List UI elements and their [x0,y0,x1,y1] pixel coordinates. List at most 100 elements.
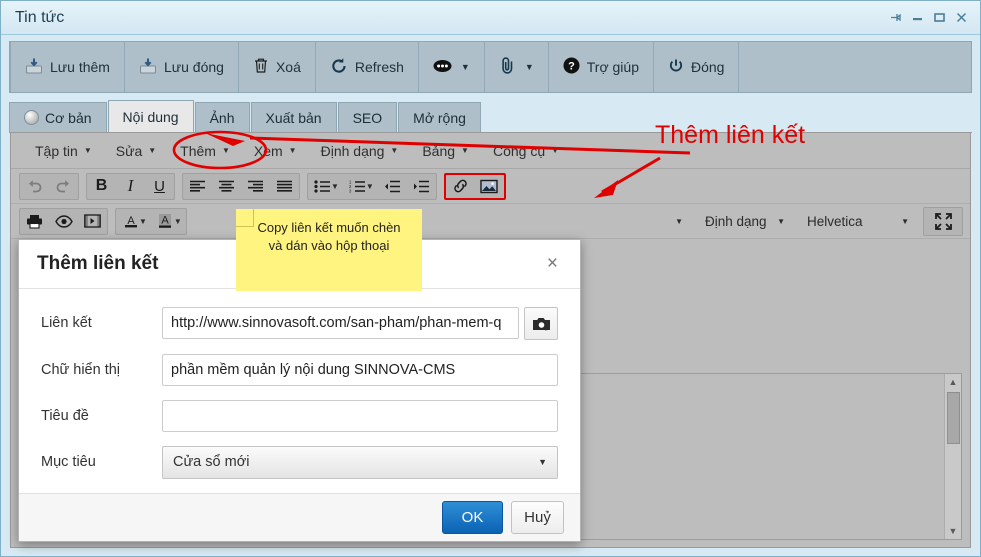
align-justify-icon[interactable] [270,174,299,199]
menu-label: Thêm [180,142,216,159]
menu-them[interactable]: Thêm ▼ [168,143,242,159]
menu-sua[interactable]: Sửa ▼ [104,143,168,159]
save-close-button[interactable]: Lưu đóng [125,42,239,92]
tab-xuat-ban[interactable]: Xuất bản [250,102,337,132]
field-label: Liên kết [41,315,92,332]
format-select[interactable]: Định dạng ▼ [697,208,793,234]
preview-eye-icon[interactable] [49,209,78,234]
close-app-label: Đóng [690,59,725,75]
insert-group [443,172,506,200]
menu-cong-cu[interactable]: Công cụ ▼ [481,143,571,159]
close-app-button[interactable]: Đóng [654,42,740,92]
refresh-label: Refresh [354,59,404,75]
menu-dinh-dang[interactable]: Định dạng ▼ [309,143,411,159]
window-titlebar: Tin tức [1,1,980,35]
save-close-label: Lưu đóng [163,59,224,75]
menu-tap-tin[interactable]: Tập tin ▼ [23,143,104,159]
link-target-select[interactable]: Cửa sổ mới ▼ [162,445,558,479]
delete-label: Xoá [275,59,301,75]
link-title-input[interactable] [162,399,558,432]
refresh-icon [330,57,348,78]
fullscreen-icon[interactable] [924,209,962,234]
underline-icon[interactable]: U [145,174,174,199]
indent-icon[interactable] [407,174,436,199]
tab-mo-rong[interactable]: Mở rộng [398,102,481,132]
paperclip-icon [499,56,516,78]
chevron-down-icon[interactable]: ▼ [675,217,683,226]
align-left-icon[interactable] [183,174,212,199]
scrollbar-thumb[interactable] [947,392,960,444]
toolbar-filler [739,42,971,92]
help-label: Trợ giúp [586,59,639,75]
link-url-input[interactable] [162,307,519,340]
field-label: Chữ hiển thị [41,361,121,378]
undo-icon[interactable] [20,174,49,199]
link-text-input[interactable] [162,353,558,386]
sticky-note: Copy liên kết muốn chèn và dán vào hộp t… [236,209,422,291]
pin-icon[interactable] [884,7,906,29]
chevron-down-icon[interactable]: ▼ [174,217,182,226]
italic-icon[interactable]: I [116,174,145,199]
menu-label: Bảng [422,142,456,159]
menu-xem[interactable]: Xem ▼ [242,143,309,159]
help-button[interactable]: ? Trợ giúp [549,42,654,92]
chevron-down-icon[interactable]: ▼ [366,182,374,191]
menu-label: Sửa [115,142,143,159]
chevron-down-icon[interactable]: ▼ [331,182,339,191]
menu-label: Tập tin [35,142,78,159]
align-center-icon[interactable] [212,174,241,199]
font-select[interactable]: Helvetica ▼ [799,208,917,234]
tab-strip: Cơ bản Nội dung Ảnh Xuất bản SEO Mở rộng [9,99,972,133]
outdent-icon[interactable] [378,174,407,199]
redo-icon[interactable] [49,174,78,199]
cancel-button[interactable]: Huỷ [511,500,564,534]
editor-toolbar-row-2: A ▼ A ▼ ▼ Định dạng ▼ Helvetica ▼ [11,204,970,239]
print-icon[interactable] [20,209,49,234]
chevron-down-icon[interactable]: ▼ [525,62,534,72]
menu-bang[interactable]: Bảng ▼ [410,143,481,159]
align-right-icon[interactable] [241,174,270,199]
scroll-down-icon[interactable]: ▼ [949,523,958,539]
dialog-footer: OK Huỷ [19,492,580,541]
insert-media-icon[interactable] [78,209,107,234]
tab-label: Mở rộng [413,109,466,126]
insert-link-icon[interactable] [446,174,475,199]
refresh-button[interactable]: Refresh [316,42,419,92]
menu-label: Công cụ [492,142,546,159]
chevron-down-icon: ▼ [538,457,547,468]
ok-button[interactable]: OK [442,500,503,534]
browse-search-icon[interactable] [524,306,558,340]
chevron-down-icon[interactable]: ▼ [461,62,470,72]
vertical-scrollbar[interactable]: ▲ ▼ [944,374,961,539]
text-style-group: B I U [86,172,175,200]
chevron-down-icon: ▼ [390,146,399,155]
field-row-target: Mục tiêu Cửa sổ mới ▼ [41,445,558,479]
maximize-icon[interactable] [928,7,950,29]
tab-seo[interactable]: SEO [337,102,398,132]
svg-text:3: 3 [349,188,352,192]
close-icon[interactable]: × [543,253,562,275]
attachment-button[interactable]: ▼ [485,42,549,92]
editor-toolbar-row-1: B I U ▼ 1 2 3 ▼ [11,169,970,204]
save-add-button[interactable]: Lưu thêm [10,42,125,92]
output-group [19,207,108,235]
bold-icon[interactable]: B [87,174,116,199]
scroll-up-icon[interactable]: ▲ [949,374,958,390]
format-select-label: Định dạng [705,213,767,229]
tab-noi-dung[interactable]: Nội dung [107,100,194,132]
more-options-button[interactable]: ▼ [419,42,485,92]
close-icon[interactable] [950,7,972,29]
chevron-down-icon: ▼ [901,216,909,226]
field-row-link: Liên kết [41,306,558,340]
chevron-down-icon: ▼ [83,146,92,155]
delete-button[interactable]: Xoá [239,42,316,92]
tab-anh[interactable]: Ảnh [194,102,250,132]
minimize-icon[interactable] [906,7,928,29]
annotation-label: Thêm liên kết [655,121,806,149]
insert-image-icon[interactable] [475,174,504,199]
chevron-down-icon: ▼ [148,146,157,155]
tab-co-ban[interactable]: Cơ bản [9,102,107,132]
chevron-down-icon[interactable]: ▼ [139,217,147,226]
tab-label: Xuất bản [265,109,322,126]
more-dots-icon [433,59,452,76]
